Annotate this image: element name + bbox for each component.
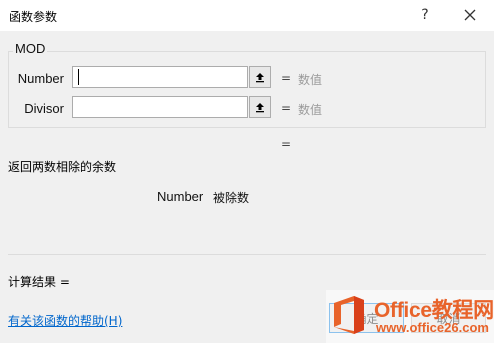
office-logo-icon <box>334 296 364 334</box>
watermark-url: www.office26.com <box>376 320 489 335</box>
divisor-result-hint: 数值 <box>298 103 323 117</box>
current-argument-description: 被除数 <box>213 191 250 205</box>
formula-result: 计算结果 = <box>8 275 70 289</box>
function-help-link[interactable]: 有关该函数的帮助(H) <box>8 312 122 329</box>
current-argument-name: Number <box>157 189 204 204</box>
title-bar: 函数参数 ? <box>0 0 494 31</box>
number-result-hint: 数值 <box>298 73 323 87</box>
divisor-result-equals: = <box>281 101 292 115</box>
number-arg-input[interactable] <box>72 66 248 88</box>
function-value-equals: = <box>281 137 292 151</box>
collapse-dialog-icon <box>256 73 264 83</box>
collapse-dialog-icon <box>256 103 264 113</box>
function-description: 返回两数相除的余数 <box>8 160 117 174</box>
divisor-arg-input[interactable] <box>72 96 248 118</box>
number-arg-label: Number <box>17 71 64 86</box>
help-button[interactable]: ? <box>412 3 438 27</box>
close-icon <box>464 9 476 21</box>
number-collapse-button[interactable] <box>249 66 271 88</box>
divisor-collapse-button[interactable] <box>249 96 271 118</box>
divisor-arg-label: Divisor <box>24 101 64 116</box>
dialog-title: 函数参数 <box>9 10 58 24</box>
text-cursor <box>78 69 79 85</box>
number-result-equals: = <box>281 71 292 85</box>
watermark: Office教程网 www.office26.com <box>326 290 494 343</box>
close-button[interactable] <box>456 3 484 27</box>
function-name: MOD <box>13 41 48 56</box>
divider <box>8 254 486 255</box>
